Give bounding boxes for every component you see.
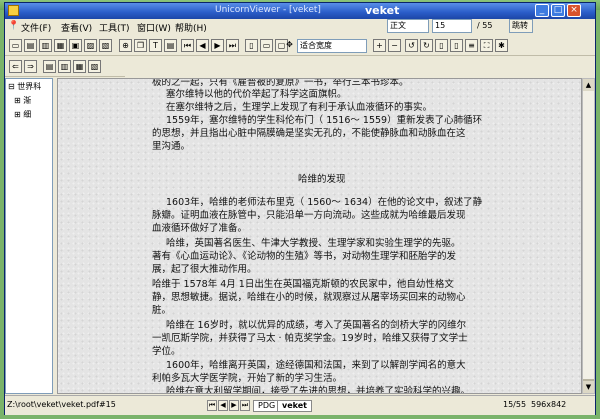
text-line: 里沟通。 bbox=[152, 141, 191, 152]
continuous-icon[interactable]: ≡ bbox=[465, 39, 478, 52]
open-icon[interactable]: ▥ bbox=[39, 39, 52, 52]
properties-icon[interactable]: ▧ bbox=[99, 39, 112, 52]
hand-icon[interactable]: ✥ bbox=[283, 39, 296, 52]
text-line: 静，思想敏捷。据说，哈维在小的时候，就观察过从屠宰场买回来的动物心 bbox=[152, 292, 466, 303]
fit-page-icon[interactable]: ▯ bbox=[245, 39, 258, 52]
app-window: UnicornViewer - [veket] veket _ □ × 📍 文件… bbox=[4, 2, 596, 415]
tab-veket[interactable]: veket bbox=[277, 400, 312, 412]
menu-tools[interactable]: 工具(T) bbox=[99, 21, 130, 34]
zoom-icon[interactable]: ⊕ bbox=[119, 39, 132, 52]
scroll-up-icon[interactable]: ▲ bbox=[583, 79, 594, 91]
main-toolbar: ▭ ▤ ▥ ▦ ▣ ▨ ▧ ⊕ ❐ T ▤ ⏮ ◀ ▶ ⏭ ▯ ▭ ▢ ✥ 适合… bbox=[5, 36, 595, 56]
menu-file[interactable]: 文件(F) bbox=[21, 21, 51, 34]
text-line: 利帕多瓦大学医学院，开始了新的学习生活。 bbox=[152, 373, 343, 384]
veket-watermark: veket bbox=[365, 4, 400, 17]
text-line: 哈维，英国著名医生、牛津大学教授、生理学家和实验生理学的先驱。 bbox=[166, 238, 461, 249]
last-page-icon[interactable]: ⏭ bbox=[226, 39, 239, 52]
grid-icon[interactable]: ▦ bbox=[54, 39, 67, 52]
scroll-down-icon[interactable]: ▼ bbox=[583, 381, 594, 393]
text-line: 脉瓣。证明血液在脉管中，只能沿单一方向流动。这些成就为哈维最后发现 bbox=[152, 210, 466, 221]
vertical-scrollbar[interactable]: ▲ ▼ bbox=[582, 78, 595, 394]
expand-all-icon[interactable]: ▤ bbox=[43, 60, 56, 73]
fullscreen-icon[interactable]: ⛶ bbox=[480, 39, 493, 52]
text-line: 1559年，塞尔维特的学生科伦布门（ 1516～ 1559）重新发表了心肺循环 bbox=[166, 115, 483, 126]
outline-item[interactable]: ⊟ 世界科 bbox=[8, 81, 52, 92]
title-bar[interactable]: UnicornViewer - [veket] veket _ □ × bbox=[5, 3, 595, 19]
select-text-icon[interactable]: T bbox=[149, 39, 162, 52]
menu-window[interactable]: 窗口(W) bbox=[137, 21, 171, 34]
page-number-input[interactable]: 15 bbox=[432, 19, 472, 33]
page-total: / 55 bbox=[477, 21, 493, 30]
text-line: 哈维于 1578年 4月 1日出生在英国福克斯顿的农民家中，他自幼性格文 bbox=[152, 279, 454, 290]
prev-tab-icon[interactable]: ◀ bbox=[218, 400, 228, 411]
file-path: Z:\root\veket\veket.pdf#15 bbox=[7, 400, 116, 409]
open-folder-icon[interactable]: ▤ bbox=[24, 39, 37, 52]
format-select[interactable]: 正文 bbox=[387, 19, 429, 33]
menu-pin-icon[interactable]: 📍 bbox=[8, 21, 19, 31]
menu-bar: 📍 文件(F) 查看(V) 工具(T) 窗口(W) 帮助(H) bbox=[5, 19, 595, 35]
thumbnail-icon[interactable]: ▧ bbox=[88, 60, 101, 73]
page-indicator: 15/55 bbox=[503, 400, 527, 409]
text-line: 著有《心血运动论》、《论动物的生殖》等书，对动物生理学和胚胎学的发 bbox=[152, 251, 457, 262]
two-page-icon[interactable]: ▯ bbox=[450, 39, 463, 52]
page-size: 596x842 bbox=[531, 400, 567, 409]
text-line: 哈维在意大利留学期间，接受了先进的思想，并培养了实验科学的兴趣。 bbox=[166, 386, 471, 394]
first-tab-icon[interactable]: ⏮ bbox=[207, 400, 217, 411]
rotate-left-icon[interactable]: ↺ bbox=[405, 39, 418, 52]
last-tab-icon[interactable]: ⏭ bbox=[240, 400, 250, 411]
document-view[interactable]: 极的之一起，只有《雇普被的复原》一书，举行三本书珍本。 塞尔维特以他的代价举起了… bbox=[57, 78, 582, 394]
window-title: UnicornViewer - [veket] bbox=[215, 5, 321, 15]
print-icon[interactable]: ▨ bbox=[84, 39, 97, 52]
status-bar: Z:\root\veket\veket.pdf#15 ⏮ ◀ ▶ ⏭ PDG v… bbox=[5, 395, 595, 415]
zoom-select[interactable]: 适合宽度 bbox=[297, 39, 367, 53]
text-line: 1600年，哈维离开英国，途经德国和法国，来到了以解剖学闻名的意大 bbox=[166, 360, 466, 371]
minimize-button[interactable]: _ bbox=[535, 4, 549, 17]
text-line: 哈维在 16岁时，就以优异的成绩，考入了英国著名的剑桥大学的冈维尔 bbox=[166, 320, 467, 331]
app-icon bbox=[8, 5, 19, 16]
rotate-right-icon[interactable]: ↻ bbox=[420, 39, 433, 52]
zoom-out-icon[interactable]: − bbox=[388, 39, 401, 52]
outline-icon[interactable]: ▦ bbox=[73, 60, 86, 73]
outline-item[interactable]: ⊞ 渐 bbox=[14, 95, 58, 106]
forward-arrow-icon[interactable]: ⇒ bbox=[24, 60, 37, 73]
jump-button[interactable]: 跳转 bbox=[509, 19, 533, 33]
settings-icon[interactable]: ✱ bbox=[495, 39, 508, 52]
fit-width-icon[interactable]: ▭ bbox=[260, 39, 273, 52]
single-page-icon[interactable]: ▯ bbox=[435, 39, 448, 52]
sidebar-toolbar: ⇐ ⇒ ▤ ▥ ▦ ▧ bbox=[5, 57, 125, 77]
text-line: 一凯厄斯学院，并获得了马太 · 帕克奖学金。19岁时，哈维又获得了文学士 bbox=[152, 333, 468, 344]
text-line: 塞尔维特以他的代价举起了科学这面旗帜。 bbox=[166, 89, 347, 100]
bookmark-icon[interactable]: ▤ bbox=[164, 39, 177, 52]
text-line: 脏。 bbox=[152, 305, 172, 316]
text-line: 1603年，哈维的老师法布里克（ 1560～ 1634）在他的论文中，叙述了静 bbox=[166, 197, 483, 208]
copy-icon[interactable]: ❐ bbox=[134, 39, 147, 52]
close-button[interactable]: × bbox=[567, 4, 581, 17]
next-tab-icon[interactable]: ▶ bbox=[229, 400, 239, 411]
section-heading: 哈维的发现 bbox=[298, 174, 346, 185]
zoom-in-icon[interactable]: + bbox=[373, 39, 386, 52]
text-line: 的思想，并且指出心脏中隔膜确是坚实无孔的，不能使静脉血和动脉血在这 bbox=[152, 128, 466, 139]
text-line: 在塞尔维特之后，生理学上发现了有利于承认血液循环的事实。 bbox=[166, 102, 433, 113]
text-line: 血液循环做好了准备。 bbox=[152, 223, 248, 234]
outline-sidebar[interactable]: ⊟ 世界科 ⊞ 渐 ⊞ 细 bbox=[5, 78, 53, 394]
outline-item[interactable]: ⊞ 细 bbox=[14, 109, 58, 120]
prev-page-icon[interactable]: ◀ bbox=[196, 39, 209, 52]
first-page-icon[interactable]: ⏮ bbox=[181, 39, 194, 52]
save-icon[interactable]: ▣ bbox=[69, 39, 82, 52]
collapse-all-icon[interactable]: ▥ bbox=[58, 60, 71, 73]
back-arrow-icon[interactable]: ⇐ bbox=[9, 60, 22, 73]
text-line: 学位。 bbox=[152, 346, 181, 357]
text-line: 展，起了很大推动作用。 bbox=[152, 264, 257, 275]
menu-help[interactable]: 帮助(H) bbox=[175, 21, 207, 34]
new-icon[interactable]: ▭ bbox=[9, 39, 22, 52]
next-page-icon[interactable]: ▶ bbox=[211, 39, 224, 52]
menu-view[interactable]: 查看(V) bbox=[61, 21, 92, 34]
maximize-button[interactable]: □ bbox=[551, 4, 565, 17]
